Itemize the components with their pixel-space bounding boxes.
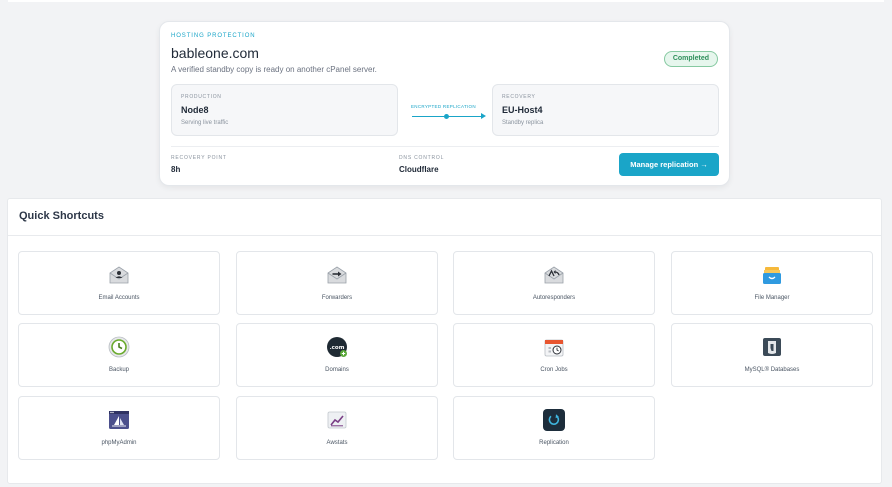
shortcut-forwarders[interactable]: Forwarders [236, 251, 438, 315]
card-divider [171, 146, 719, 147]
quick-shortcuts-title: Quick Shortcuts [19, 210, 104, 222]
arrow-right-icon [481, 113, 486, 119]
replication-icon [543, 409, 565, 431]
shortcut-phpmyadmin[interactable]: phpMyAdmin [18, 396, 220, 460]
domains-icon: .com [327, 337, 347, 357]
protection-description: A verified standby copy is ready on anot… [171, 65, 377, 74]
manage-replication-button[interactable]: Manage replication → [619, 153, 719, 176]
shortcut-mysql-databases[interactable]: MySQL® Databases [671, 323, 873, 387]
shortcut-label: File Manager [754, 295, 790, 301]
top-strip [8, 0, 884, 2]
shortcut-backup[interactable]: Backup [18, 323, 220, 387]
svg-text:.com: .com [330, 345, 345, 351]
shortcut-domains[interactable]: .com Domains [236, 323, 438, 387]
panel-divider [8, 235, 881, 236]
recovery-point-value: 8h [171, 165, 181, 174]
shortcut-label: Email Accounts [98, 295, 140, 301]
shortcut-label: Backup [108, 367, 129, 373]
cron-jobs-icon [544, 339, 564, 357]
shortcut-label: Cron Jobs [540, 367, 568, 373]
shortcut-label: Replication [539, 440, 569, 446]
replication-link-dot [444, 114, 449, 119]
backup-icon [108, 336, 130, 358]
recovery-label: RECOVERY [502, 94, 536, 100]
recovery-point: RECOVERY POINT 8h [171, 155, 227, 174]
production-server-box: PRODUCTION Node8 Serving live traffic [171, 84, 398, 136]
email-accounts-icon [109, 266, 129, 284]
recovery-server-box: RECOVERY EU-Host4 Standby replica [492, 84, 719, 136]
domain-title: bableone.com [171, 45, 259, 61]
shortcut-cron-jobs[interactable]: Cron Jobs [453, 323, 655, 387]
hosting-protection-card: HOSTING PROTECTION bableone.com A verifi… [159, 21, 730, 186]
awstats-icon [327, 411, 347, 429]
shortcut-label: Awstats [326, 440, 348, 446]
shortcut-label: phpMyAdmin [101, 440, 137, 446]
phpmyadmin-icon [109, 411, 129, 429]
shortcut-label: Autoresponders [532, 295, 576, 301]
shortcut-autoresponders[interactable]: Autoresponders [453, 251, 655, 315]
shortcut-replication[interactable]: Replication [453, 396, 655, 460]
shortcut-label: Domains [325, 367, 349, 373]
shortcut-file-manager[interactable]: File Manager [671, 251, 873, 315]
shortcut-email-accounts[interactable]: Email Accounts [18, 251, 220, 315]
file-manager-icon [763, 267, 781, 284]
dns-control-value: Cloudflare [399, 165, 439, 174]
forwarders-icon [327, 266, 347, 284]
shortcut-label: Forwarders [321, 295, 353, 301]
recovery-server-name: EU-Host4 [502, 105, 543, 115]
recovery-server-status: Standby replica [502, 120, 544, 126]
production-server-status: Serving live traffic [181, 120, 229, 126]
production-label: PRODUCTION [181, 94, 222, 100]
quick-shortcuts-panel: Quick Shortcuts Email Accounts Forwarder… [7, 198, 882, 484]
replication-link-label: ENCRYPTED REPLICATION [411, 104, 476, 109]
dns-control: DNS CONTROL Cloudflare [399, 155, 444, 174]
autoresponders-icon [544, 266, 564, 284]
dns-control-label: DNS CONTROL [399, 155, 445, 161]
shortcut-awstats[interactable]: Awstats [236, 396, 438, 460]
shortcut-label: MySQL® Databases [744, 367, 800, 373]
section-eyebrow: HOSTING PROTECTION [171, 33, 256, 39]
recovery-point-label: RECOVERY POINT [171, 155, 227, 161]
mysql-databases-icon [763, 338, 781, 356]
production-server-name: Node8 [181, 105, 209, 115]
status-badge: Completed [663, 51, 718, 67]
